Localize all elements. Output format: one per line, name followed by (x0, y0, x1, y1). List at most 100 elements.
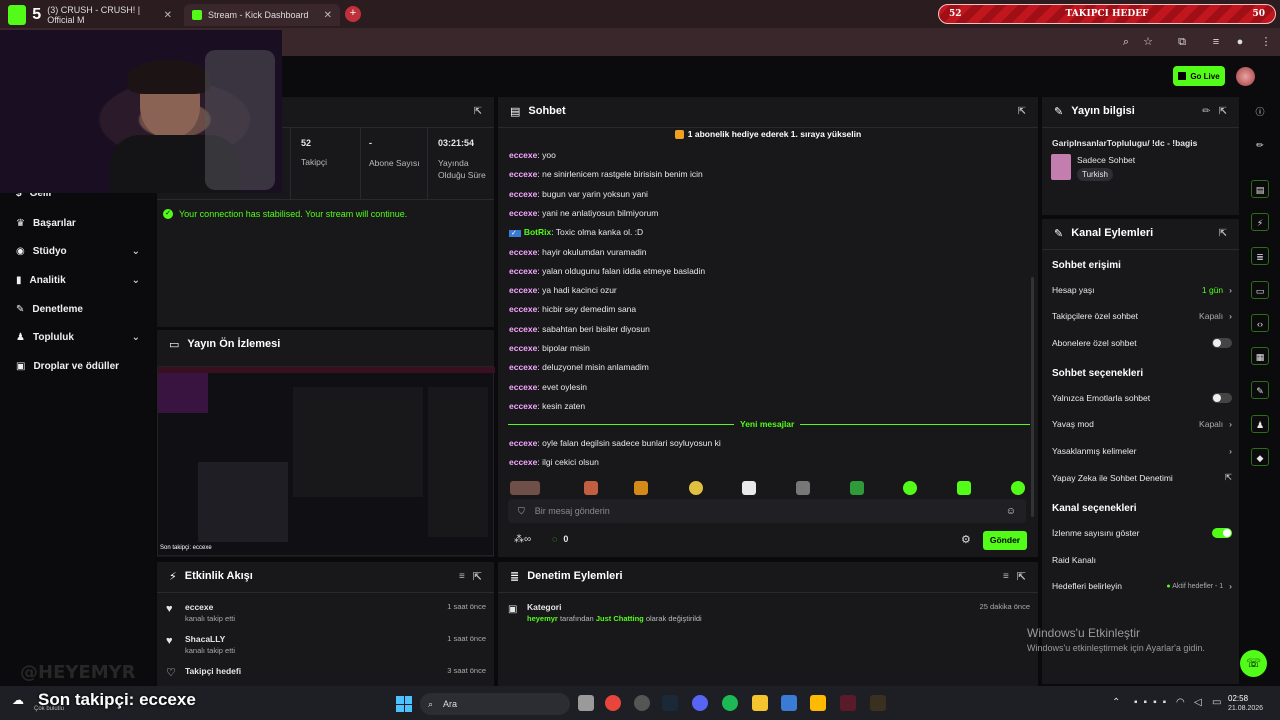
chat-username[interactable]: eccexe (509, 438, 537, 448)
chat-username[interactable]: eccexe (509, 382, 537, 392)
store-icon[interactable] (810, 695, 826, 711)
subscribers-only-toggle[interactable] (1212, 338, 1232, 348)
tab-youtube[interactable]: 5 (3) CRUSH - CRUSH! | Official M ✕ (0, 4, 180, 26)
emote-7[interactable] (850, 481, 864, 495)
chrome-icon[interactable] (605, 695, 621, 711)
emote-2[interactable] (584, 481, 598, 495)
sidebar-item-droplar[interactable]: ▣ Droplar ve ödüller (16, 361, 140, 372)
banned-words-row[interactable]: Yasaklanmış kelimeler › (1052, 446, 1232, 456)
chat-input[interactable]: ⛉ Bir mesaj gönderin ☺ (508, 499, 1026, 523)
emote-6[interactable] (796, 481, 810, 495)
app-icon[interactable] (870, 695, 886, 711)
emote-3[interactable] (634, 481, 648, 495)
sidebar-item-topluluk[interactable]: ♟ Topluluk ⌄ (16, 332, 140, 343)
emote-9[interactable] (957, 481, 971, 495)
ai-moderation-row[interactable]: Yapay Zeka ile Sohbet Denetimi ⇱ (1052, 472, 1232, 483)
chat-username[interactable]: eccexe (509, 247, 537, 257)
filter-icon[interactable]: ≡ (1003, 571, 1009, 582)
infinity-icon[interactable]: ⁂∞ (514, 534, 531, 545)
archive-icon[interactable]: ▦ (1251, 347, 1269, 365)
popout-icon[interactable]: ⇱ (474, 106, 482, 117)
edit-icon[interactable]: ✏ (1251, 136, 1269, 154)
chat-username[interactable]: eccexe (509, 169, 537, 179)
chat-username[interactable]: eccexe (509, 285, 537, 295)
extensions-icon[interactable]: ⧉ (1174, 34, 1190, 50)
sidebar-item-studyo[interactable]: ◉ Stüdyo ⌄ (16, 246, 140, 257)
code-icon[interactable]: ‹› (1251, 314, 1269, 332)
volume-icon[interactable]: ◁ (1194, 697, 1202, 708)
sidebar-item-denetleme[interactable]: ✎ Denetleme (16, 304, 140, 315)
spotify-icon[interactable] (722, 695, 738, 711)
slow-mode-row[interactable]: Yavaş mod Kapalı › (1052, 419, 1232, 429)
set-goals-row[interactable]: Hedefleri belirleyin ● Aktif hedefler - 1… (1052, 581, 1232, 591)
wifi-icon[interactable]: ◠ (1176, 697, 1185, 708)
channel-points[interactable]: ◌ 0 (552, 534, 568, 544)
layout-icon[interactable]: ▤ (1251, 180, 1269, 198)
popout-icon[interactable]: ⇱ (1219, 106, 1227, 117)
steam-icon[interactable] (662, 695, 678, 711)
close-tab-icon[interactable]: ✕ (164, 10, 172, 21)
app-icon[interactable] (840, 695, 856, 711)
emote-4[interactable] (689, 481, 703, 495)
chat-username[interactable]: eccexe (509, 189, 537, 199)
chat-username[interactable]: eccexe (509, 457, 537, 467)
help-button[interactable]: ☏ (1240, 650, 1267, 677)
emoji-icon[interactable]: ☺ (1006, 506, 1016, 517)
discord-icon[interactable] (692, 695, 708, 711)
edit-icon[interactable]: ✏ (1202, 106, 1210, 117)
app-icon[interactable] (781, 695, 797, 711)
go-live-button[interactable]: Go Live (1173, 66, 1225, 86)
community-icon[interactable]: ♟ (1251, 415, 1269, 433)
popout-icon[interactable]: ⇱ (1017, 570, 1026, 583)
sidebar-item-basarilar[interactable]: ♛ Başarılar (16, 218, 140, 229)
filter-icon[interactable]: ≡ (459, 571, 465, 582)
obs-icon[interactable] (634, 695, 650, 711)
chat-scrollbar[interactable] (1031, 277, 1034, 517)
list-icon[interactable]: ≣ (1251, 247, 1269, 265)
sidebar-item-analitik[interactable]: ▮ Analitik ⌄ (16, 275, 140, 286)
reading-list-icon[interactable]: ≡ (1208, 34, 1224, 50)
tag-icon[interactable]: ◆ (1251, 448, 1269, 466)
close-tab-icon[interactable]: ✕ (324, 10, 332, 21)
tab-kick-dashboard[interactable]: Stream - Kick Dashboard ✕ (184, 4, 340, 26)
chat-username[interactable]: eccexe (509, 401, 537, 411)
popout-icon[interactable]: ⇱ (1018, 106, 1026, 117)
show-viewers-row[interactable]: İzlenme sayısını göster (1052, 528, 1232, 538)
popout-icon[interactable]: ⇱ (1219, 228, 1227, 239)
profile-icon[interactable]: ● (1232, 34, 1248, 50)
new-tab-button[interactable]: + (345, 6, 361, 22)
emote-only-toggle[interactable] (1212, 393, 1232, 403)
stream-preview[interactable]: Son takipçi: eccexe (157, 366, 495, 556)
tray-chevron-icon[interactable]: ⌃ (1112, 697, 1120, 708)
battery-icon[interactable]: ▭ (1212, 697, 1221, 708)
file-explorer-icon[interactable] (578, 695, 594, 711)
chat-settings-icon[interactable]: ⚙ (961, 533, 971, 546)
weather-icon[interactable]: ☁ (12, 693, 24, 707)
info-icon[interactable]: ⓘ (1251, 103, 1269, 121)
raid-channel-row[interactable]: Raid Kanalı (1052, 555, 1232, 565)
chat-username[interactable]: eccexe (509, 266, 537, 276)
avatar[interactable] (1236, 67, 1255, 86)
clock-time[interactable]: 02:58 (1228, 694, 1248, 703)
chat-username[interactable]: eccexe (509, 324, 537, 334)
chat-username[interactable]: eccexe (509, 343, 537, 353)
chat-username[interactable]: eccexe (509, 150, 537, 160)
show-viewers-toggle[interactable] (1212, 528, 1232, 538)
chat-username[interactable]: eccexe (509, 208, 537, 218)
zoom-icon[interactable]: ⌕ (1118, 34, 1134, 50)
windows-start-icon[interactable] (396, 696, 412, 712)
emote-10[interactable] (1011, 481, 1025, 495)
emote-only-row[interactable]: Yalnızca Emotlarla sohbet (1052, 393, 1232, 403)
followers-only-row[interactable]: Takipçilere özel sohbet Kapalı › (1052, 311, 1232, 321)
emote-5[interactable] (742, 481, 756, 495)
account-age-row[interactable]: Hesap yaşı 1 gün › (1052, 285, 1232, 295)
send-button[interactable]: Gönder (983, 531, 1027, 550)
emote-8[interactable] (903, 481, 917, 495)
chat-bubble-icon[interactable]: ▭ (1251, 281, 1269, 299)
menu-icon[interactable]: ⋮ (1258, 34, 1274, 50)
chat-username[interactable]: eccexe (509, 362, 537, 372)
star-icon[interactable]: ☆ (1140, 34, 1156, 50)
popout-icon[interactable]: ⇱ (473, 570, 482, 583)
subscribers-only-row[interactable]: Abonelere özel sohbet (1052, 338, 1232, 348)
system-tray-icons[interactable]: ▪▪▪▪ (1134, 697, 1172, 708)
